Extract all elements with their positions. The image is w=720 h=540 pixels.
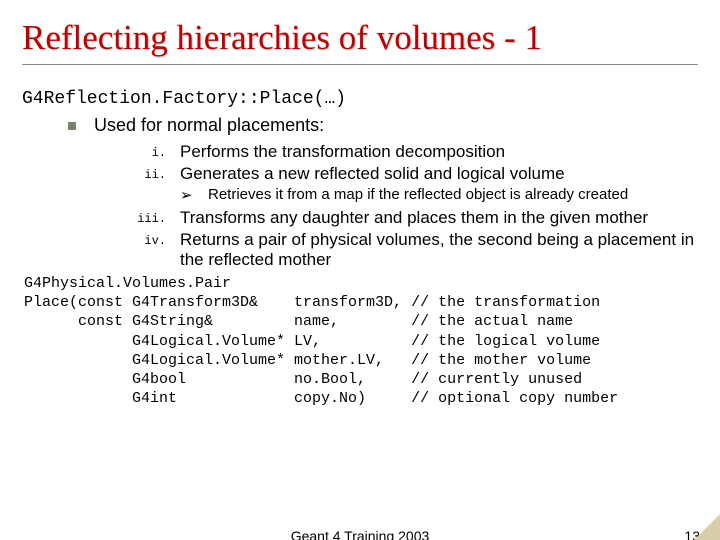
slide: Reflecting hierarchies of volumes - 1 G4…: [0, 0, 720, 540]
list-item-text: Returns a pair of physical volumes, the …: [180, 230, 698, 270]
sub-bullet-text: Retrieves it from a map if the reflected…: [208, 186, 628, 204]
square-bullet-icon: [68, 122, 76, 130]
roman-marker: i.: [132, 142, 180, 162]
bullet-level1-text: Used for normal placements:: [94, 115, 324, 136]
footer-center: Geant 4 Training 2003: [0, 528, 720, 540]
roman-marker: ii.: [132, 164, 180, 184]
bullet-level1: Used for normal placements:: [22, 115, 698, 136]
list-item: iv. Returns a pair of physical volumes, …: [132, 230, 698, 270]
roman-marker: iv.: [132, 230, 180, 270]
roman-list: i. Performs the transformation decomposi…: [132, 142, 698, 270]
code-block: G4Physical.Volumes.Pair Place(const G4Tr…: [24, 274, 698, 408]
list-item: ii. Generates a new reflected solid and …: [132, 164, 698, 184]
list-item-text: Performs the transformation decompositio…: [180, 142, 698, 162]
list-item: i. Performs the transformation decomposi…: [132, 142, 698, 162]
page-curl-icon: [694, 514, 720, 540]
arrow-icon: ➢: [180, 186, 208, 204]
roman-marker: iii.: [132, 208, 180, 228]
slide-title: Reflecting hierarchies of volumes - 1: [22, 18, 698, 58]
subheading: G4Reflection.Factory::Place(…): [22, 89, 698, 109]
list-item-text: Generates a new reflected solid and logi…: [180, 164, 698, 184]
list-item: iii. Transforms any daughter and places …: [132, 208, 698, 228]
title-rule: [22, 64, 698, 65]
sub-bullet: ➢ Retrieves it from a map if the reflect…: [180, 186, 698, 204]
list-item-text: Transforms any daughter and places them …: [180, 208, 698, 228]
